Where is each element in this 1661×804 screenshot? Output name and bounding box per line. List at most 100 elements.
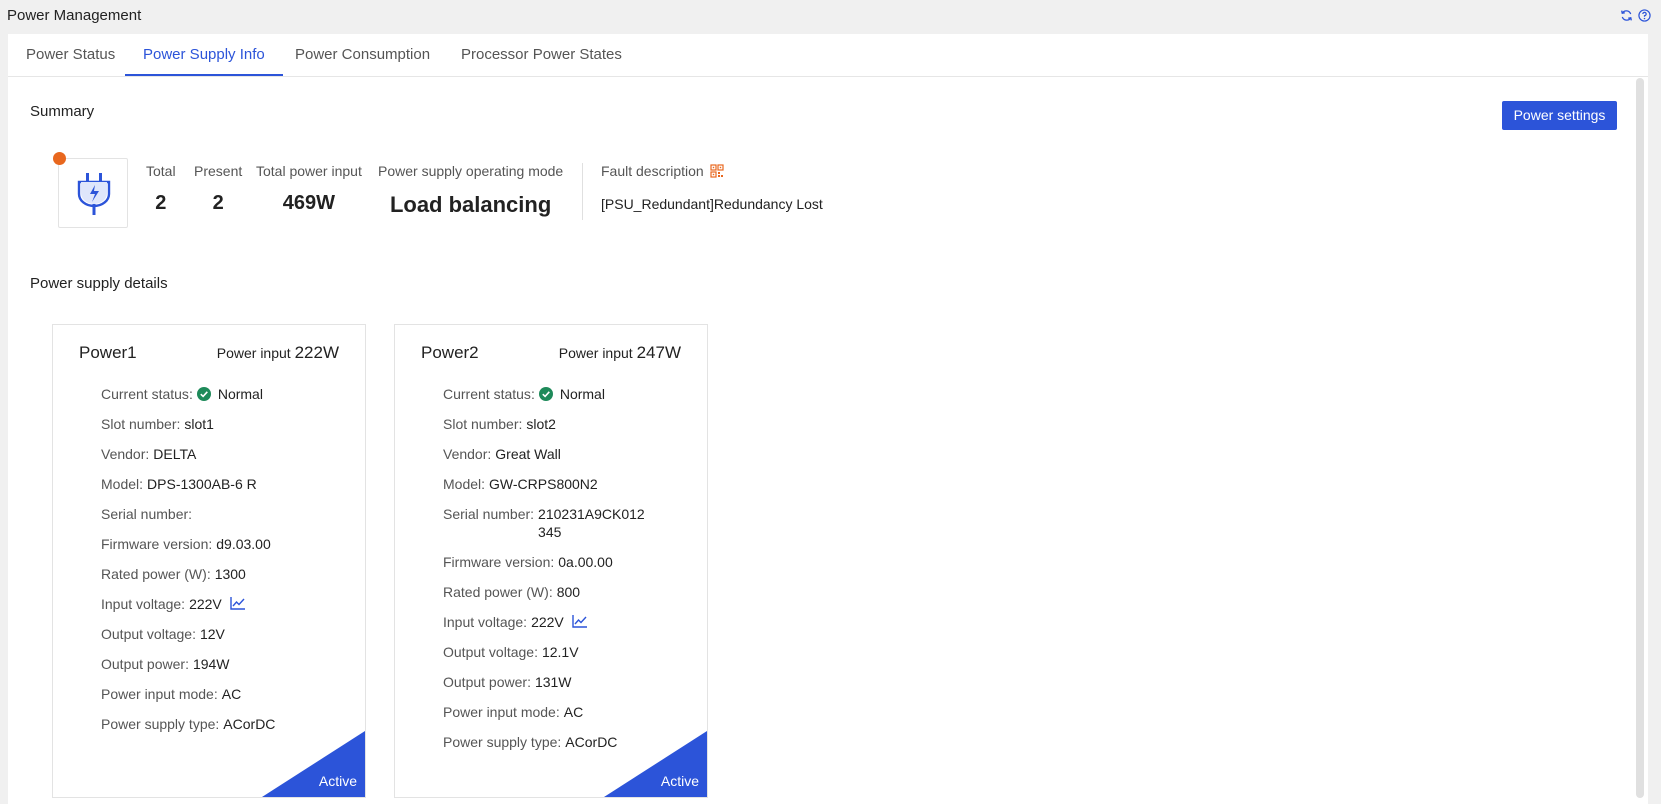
field-value: slot2 bbox=[526, 416, 556, 432]
stat-present: Present 2 bbox=[194, 163, 242, 215]
field-label: Vendor bbox=[101, 446, 146, 462]
field-value: 222V bbox=[189, 596, 222, 612]
power-settings-button[interactable]: Power settings bbox=[1502, 101, 1617, 130]
details-title: Power supply details bbox=[30, 275, 168, 292]
stat-total-label: Total bbox=[146, 163, 176, 179]
psu-card-power1: Power1 Power input 222W Current status: … bbox=[52, 324, 366, 798]
tab-processor-power-states[interactable]: Processor Power States bbox=[443, 34, 640, 76]
qr-code-icon[interactable] bbox=[710, 164, 724, 178]
psu-card-power-input-value: 222W bbox=[294, 343, 339, 362]
line-chart-icon[interactable] bbox=[230, 596, 246, 610]
field-value: Normal bbox=[217, 386, 263, 402]
field-label: Slot number bbox=[443, 416, 519, 432]
field-value: Normal bbox=[559, 386, 605, 402]
field-model: Model: GW-CRPS800N2 bbox=[443, 476, 598, 492]
field-current-status: Current status: Normal bbox=[443, 386, 605, 402]
field-label: Output voltage bbox=[443, 644, 535, 660]
active-badge-label: Active bbox=[660, 773, 699, 789]
summary-title: Summary bbox=[30, 103, 95, 120]
field-label: Power supply type bbox=[101, 716, 216, 732]
field-value: 800 bbox=[556, 584, 581, 600]
field-value: Great Wall bbox=[495, 446, 561, 462]
field-value: GW-CRPS800N2 bbox=[489, 476, 598, 492]
field-value: 194W bbox=[192, 656, 230, 672]
help-icon[interactable] bbox=[1638, 9, 1651, 22]
field-output-voltage: Output voltage:12.1V bbox=[443, 644, 579, 660]
psu-card-name: Power2 bbox=[421, 343, 479, 362]
psu-card-fields: Current status: Normal Slot number: slot1… bbox=[101, 385, 351, 745]
field-vendor: Vendor: Great Wall bbox=[443, 446, 561, 462]
field-input-voltage: Input voltage:222V bbox=[101, 595, 351, 613]
field-value: AC bbox=[563, 704, 584, 720]
psu-card-fields: Current status: Normal Slot number: slot2… bbox=[443, 385, 693, 763]
field-label: Input voltage bbox=[443, 614, 524, 630]
field-vendor: Vendor: DELTA bbox=[101, 446, 197, 462]
field-serial-number: Serial number: bbox=[101, 506, 193, 522]
vertical-scrollbar[interactable] bbox=[1636, 78, 1644, 798]
field-label: Power input mode bbox=[101, 686, 214, 702]
refresh-icon[interactable] bbox=[1620, 9, 1633, 22]
field-value: 210231A9CK012345 bbox=[538, 506, 645, 540]
fault-description-text: [PSU_Redundant]Redundancy Lost bbox=[601, 196, 823, 212]
psu-summary-icon-box bbox=[58, 158, 128, 228]
field-label: Firmware version bbox=[443, 554, 551, 570]
field-value: DPS-1300AB-6 R bbox=[147, 476, 257, 492]
field-rated-power: Rated power (W):1300 bbox=[101, 566, 246, 582]
top-bar: Power Management bbox=[0, 0, 1661, 34]
field-label: Input voltage bbox=[101, 596, 182, 612]
field-value: 12.1V bbox=[541, 644, 579, 660]
field-output-power: Output power:194W bbox=[101, 656, 230, 672]
field-firmware-version: Firmware version:0a.00.00 bbox=[443, 554, 613, 570]
stat-present-value: 2 bbox=[212, 192, 224, 214]
field-label: Rated power (W) bbox=[101, 566, 207, 582]
field-label: Serial number bbox=[101, 506, 189, 522]
field-output-voltage: Output voltage:12V bbox=[101, 626, 225, 642]
field-label: Vendor bbox=[443, 446, 488, 462]
field-label: Output power bbox=[443, 674, 528, 690]
psu-card-power-input-label: Power input bbox=[558, 345, 633, 361]
field-label: Model bbox=[443, 476, 482, 492]
field-value: DELTA bbox=[153, 446, 197, 462]
stat-operating-mode-value: Load balancing bbox=[389, 192, 552, 217]
tab-power-supply-info[interactable]: Power Supply Info bbox=[125, 34, 283, 76]
psu-card-power-input-label: Power input bbox=[216, 345, 291, 361]
tab-power-consumption[interactable]: Power Consumption bbox=[277, 34, 448, 76]
line-chart-icon[interactable] bbox=[572, 614, 588, 628]
field-label: Firmware version bbox=[101, 536, 209, 552]
field-serial-number: Serial number:210231A9CK012345 bbox=[443, 505, 693, 541]
stat-total-value: 2 bbox=[155, 192, 167, 214]
field-value: 222V bbox=[531, 614, 564, 630]
psu-card-power2: Power2 Power input 247W Current status: … bbox=[394, 324, 708, 798]
active-badge-label: Active bbox=[318, 773, 357, 789]
stat-present-label: Present bbox=[194, 163, 243, 179]
stat-operating-mode: Power supply operating mode Load balanci… bbox=[378, 163, 563, 218]
field-label: Output voltage bbox=[101, 626, 193, 642]
field-label: Serial number bbox=[443, 506, 531, 522]
psu-card-power-input-value: 247W bbox=[636, 343, 681, 362]
field-rated-power: Rated power (W):800 bbox=[443, 584, 581, 600]
field-current-status: Current status: Normal bbox=[101, 386, 263, 402]
field-value: d9.03.00 bbox=[216, 536, 271, 552]
field-label: Slot number bbox=[101, 416, 177, 432]
field-value: 1300 bbox=[214, 566, 246, 582]
field-value: AC bbox=[221, 686, 242, 702]
tab-power-status[interactable]: Power Status bbox=[8, 34, 133, 76]
tab-bar: Power Status Power Supply Info Power Con… bbox=[8, 34, 1648, 77]
stat-operating-mode-label: Power supply operating mode bbox=[378, 163, 564, 179]
top-icons bbox=[1620, 9, 1651, 22]
field-slot-number: Slot number: slot1 bbox=[101, 416, 214, 432]
psu-card-name: Power1 bbox=[79, 343, 137, 362]
field-label: Output power bbox=[101, 656, 186, 672]
check-circle-icon bbox=[196, 387, 211, 401]
alert-indicator bbox=[53, 152, 66, 165]
field-power-input-mode: Power input mode: AC bbox=[443, 704, 584, 720]
field-label: Power input mode bbox=[443, 704, 556, 720]
fault-description-label: Fault description bbox=[601, 163, 704, 179]
stat-total-power-input-value: 469W bbox=[282, 192, 336, 214]
page-title: Power Management bbox=[7, 7, 142, 24]
field-label: Current status bbox=[101, 386, 189, 402]
field-input-voltage: Input voltage:222V bbox=[443, 613, 693, 631]
stat-total-power-input-label: Total power input bbox=[256, 163, 362, 179]
field-value: 0a.00.00 bbox=[558, 554, 613, 570]
field-model: Model: DPS-1300AB-6 R bbox=[101, 476, 257, 492]
